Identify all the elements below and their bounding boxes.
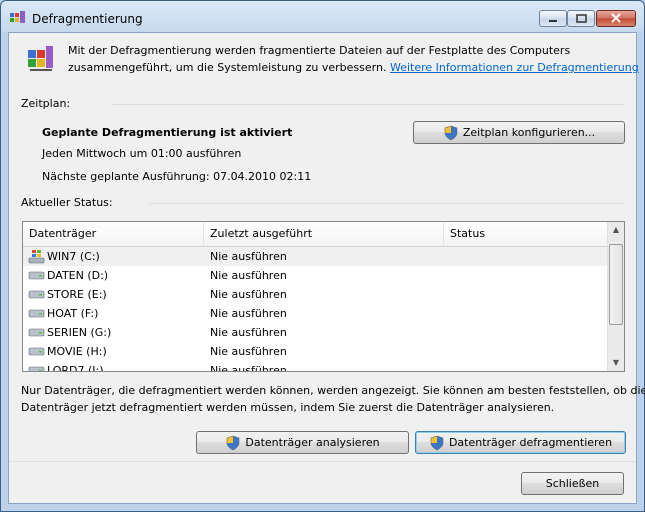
hard-drive-icon (28, 347, 45, 356)
hard-drive-icon (28, 366, 45, 371)
close-button-label: Schließen (545, 477, 600, 490)
configure-schedule-button[interactable]: Zeitplan konfigurieren... (413, 121, 625, 144)
drive-last-run: Nie ausführen (210, 307, 287, 320)
drive-name: STORE (E:) (47, 288, 107, 301)
defrag-window: Defragmentierung Mit der Defragmentierun… (0, 0, 645, 512)
drive-row[interactable]: DATEN (D:) Nie ausführen (23, 266, 609, 285)
schedule-separator (111, 104, 625, 105)
hard-drive-icon (28, 309, 45, 318)
status-group-label: Aktueller Status: (21, 196, 113, 209)
scrollbar-thumb[interactable] (609, 244, 623, 325)
configure-schedule-label: Zeitplan konfigurieren... (462, 126, 596, 139)
minimize-button[interactable] (539, 10, 567, 27)
drive-last-run: Nie ausführen (210, 326, 287, 339)
hard-drive-icon (28, 290, 45, 299)
column-header-drive[interactable]: Datenträger (23, 222, 204, 246)
intro-text-line1: Mit der Defragmentierung werden fragment… (68, 44, 571, 57)
info-text-line2: Datenträger jetzt defragmentiert werden … (21, 401, 555, 414)
drive-name: LORD7 (I:) (47, 364, 104, 372)
defrag-app-icon (10, 11, 25, 23)
maximize-button[interactable] (567, 10, 595, 27)
close-button[interactable]: Schließen (521, 472, 624, 495)
drive-list[interactable]: Datenträger Zuletzt ausgeführt Status WI… (22, 221, 625, 372)
drive-last-run: Nie ausführen (210, 250, 287, 263)
drive-last-run: Nie ausführen (210, 288, 287, 301)
scroll-up-arrow-icon[interactable]: ▲ (608, 222, 624, 238)
uac-shield-icon (444, 125, 458, 140)
maximize-icon (576, 14, 587, 23)
drive-name: MOVIE (H:) (47, 345, 107, 358)
drive-row[interactable]: HOAT (F:) Nie ausführen (23, 304, 609, 323)
analyze-drive-button[interactable]: Datenträger analysieren (196, 431, 409, 454)
defragment-drive-button[interactable]: Datenträger defragmentieren (415, 431, 626, 454)
drive-list-scrollbar[interactable]: ▲ ▼ (607, 222, 624, 371)
close-icon (611, 13, 621, 23)
drive-row[interactable]: STORE (E:) Nie ausführen (23, 285, 609, 304)
drive-name: SERIEN (G:) (47, 326, 112, 339)
close-window-button[interactable] (596, 10, 636, 27)
column-header-status[interactable]: Status (444, 222, 609, 246)
schedule-frequency: Jeden Mittwoch um 01:00 ausführen (42, 147, 242, 160)
column-header-last-run[interactable]: Zuletzt ausgeführt (204, 222, 444, 246)
drive-name: WIN7 (C:) (47, 250, 100, 263)
dialog-client-area: Mit der Defragmentierung werden fragment… (8, 32, 645, 504)
title-bar[interactable]: Defragmentierung (1, 1, 644, 33)
schedule-status: Geplante Defragmentierung ist aktiviert (42, 126, 293, 139)
drive-name: DATEN (D:) (47, 269, 109, 282)
footer-separator (9, 461, 636, 462)
drive-row[interactable]: SERIEN (G:) Nie ausführen (23, 323, 609, 342)
analyze-drive-label: Datenträger analysieren (245, 436, 380, 449)
intro-text-line2: zusammengeführt, um die Systemleistung z… (68, 61, 387, 74)
minimize-icon (549, 20, 557, 22)
drive-last-run: Nie ausführen (210, 345, 287, 358)
drive-last-run: Nie ausführen (210, 269, 287, 282)
info-text-line1: Nur Datenträger, die defragmentiert werd… (21, 384, 645, 397)
schedule-group-label: Zeitplan: (21, 97, 71, 110)
uac-shield-icon (430, 435, 444, 450)
more-info-link[interactable]: Weitere Informationen zur Defragmentieru… (390, 61, 639, 74)
drive-last-run: Nie ausführen (210, 364, 287, 372)
drive-name: HOAT (F:) (47, 307, 99, 320)
scroll-down-arrow-icon[interactable]: ▼ (608, 355, 624, 371)
windows-drive-icon (28, 250, 45, 264)
drive-list-header: Datenträger Zuletzt ausgeführt Status (23, 222, 609, 247)
drive-row[interactable]: MOVIE (H:) Nie ausführen (23, 342, 609, 361)
defrag-large-icon (28, 46, 53, 71)
drive-row[interactable]: LORD7 (I:) Nie ausführen (23, 361, 609, 372)
hard-drive-icon (28, 328, 45, 337)
status-separator (149, 203, 625, 204)
schedule-next-run: Nächste geplante Ausführung: 07.04.2010 … (42, 170, 312, 183)
window-title: Defragmentierung (32, 12, 143, 26)
hard-drive-icon (28, 271, 45, 280)
uac-shield-icon (227, 435, 240, 450)
defragment-drive-label: Datenträger defragmentieren (448, 436, 613, 449)
drive-row[interactable]: WIN7 (C:) Nie ausführen (23, 247, 609, 266)
